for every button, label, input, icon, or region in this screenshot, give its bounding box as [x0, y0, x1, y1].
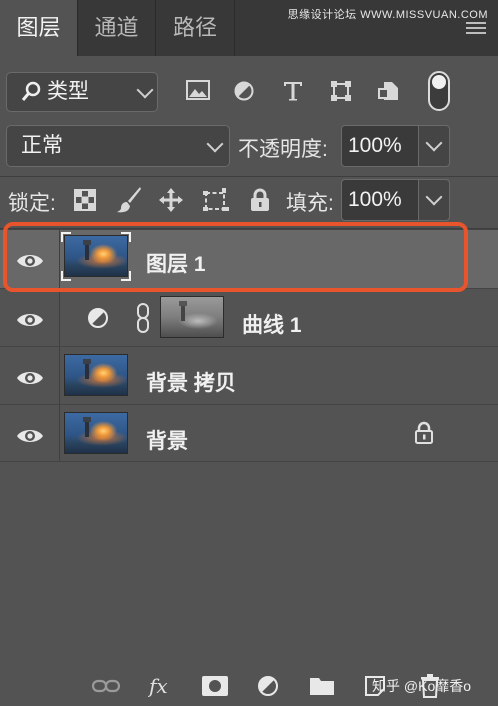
eye-icon[interactable] — [16, 369, 44, 387]
add-mask-icon[interactable] — [202, 676, 228, 696]
adjustment-filter-icon[interactable] — [234, 81, 254, 101]
lock-label: 锁定: — [8, 192, 56, 215]
lock-icon — [415, 421, 433, 444]
selection-highlight-outline — [3, 222, 468, 292]
zhihu-watermark: 知乎 @Ko靡香o — [372, 678, 472, 694]
eye-icon[interactable] — [16, 311, 44, 329]
layer-name[interactable]: 背景 — [146, 425, 188, 455]
lock-transparent-pixels-icon[interactable] — [74, 189, 96, 211]
layer-row-curves1[interactable]: 曲线 1 — [0, 288, 498, 346]
type-filter-icon[interactable] — [282, 80, 304, 102]
fx-icon[interactable]: fx — [148, 674, 174, 698]
link-layers-icon[interactable] — [92, 679, 120, 693]
smart-object-filter-icon[interactable] — [378, 80, 400, 102]
blend-mode-select[interactable]: 正常 — [6, 125, 230, 167]
layer-name[interactable]: 背景 拷贝 — [146, 367, 236, 397]
opacity-label: 不透明度: — [238, 138, 328, 161]
blend-mode-value: 正常 — [21, 134, 63, 157]
tab-layers[interactable]: 图层 — [0, 0, 77, 56]
tab-separator — [234, 0, 235, 56]
lock-artboard-icon[interactable] — [202, 187, 230, 213]
opacity-field[interactable]: 100% — [341, 125, 419, 167]
fill-label: 填充: — [286, 192, 334, 215]
fill-field[interactable]: 100% — [341, 179, 419, 221]
fill-dropdown[interactable] — [418, 179, 450, 221]
new-adjustment-layer-icon[interactable] — [257, 675, 279, 697]
new-group-icon[interactable] — [309, 676, 335, 696]
watermark-text: 思缘设计论坛 WWW.MISSVUAN.COM — [287, 9, 488, 21]
divider — [0, 176, 498, 177]
layer-thumbnail — [64, 354, 128, 396]
svg-text:fx: fx — [148, 674, 168, 698]
layer-thumbnail — [64, 412, 128, 454]
lock-image-pixels-icon[interactable] — [116, 186, 142, 214]
panel-menu-icon[interactable] — [466, 22, 486, 38]
layer-filter-select[interactable]: 类型 — [6, 72, 158, 112]
visibility-cell[interactable] — [0, 289, 60, 346]
layer-row-background-copy[interactable]: 背景 拷贝 — [0, 346, 498, 404]
adjustment-layer-icon — [88, 308, 108, 328]
layer-mask-thumbnail — [160, 296, 224, 338]
link-chain-icon[interactable] — [136, 303, 150, 333]
chevron-down-icon — [425, 188, 443, 206]
search-icon — [21, 81, 41, 101]
chevron-down-icon — [136, 81, 154, 99]
tab-paths[interactable]: 路径 — [156, 0, 234, 56]
opacity-dropdown[interactable] — [418, 125, 450, 167]
panel-tab-bar: 图层 通道 路径 思缘设计论坛 WWW.MISSVUAN.COM — [0, 0, 498, 56]
image-filter-icon[interactable] — [186, 80, 210, 100]
layer-name[interactable]: 曲线 1 — [242, 309, 302, 339]
shape-filter-icon[interactable] — [330, 80, 352, 102]
tab-channels[interactable]: 通道 — [78, 0, 155, 56]
lock-position-icon[interactable] — [158, 187, 184, 213]
chevron-down-icon — [206, 135, 224, 153]
visibility-cell[interactable] — [0, 347, 60, 404]
chevron-down-icon — [425, 134, 443, 152]
lock-all-icon[interactable] — [250, 188, 270, 212]
layer-row-background[interactable]: 背景 — [0, 404, 498, 462]
eye-icon[interactable] — [16, 427, 44, 445]
filter-toggle[interactable] — [428, 71, 450, 111]
filter-type-label: 类型 — [47, 80, 89, 103]
visibility-cell[interactable] — [0, 405, 60, 461]
